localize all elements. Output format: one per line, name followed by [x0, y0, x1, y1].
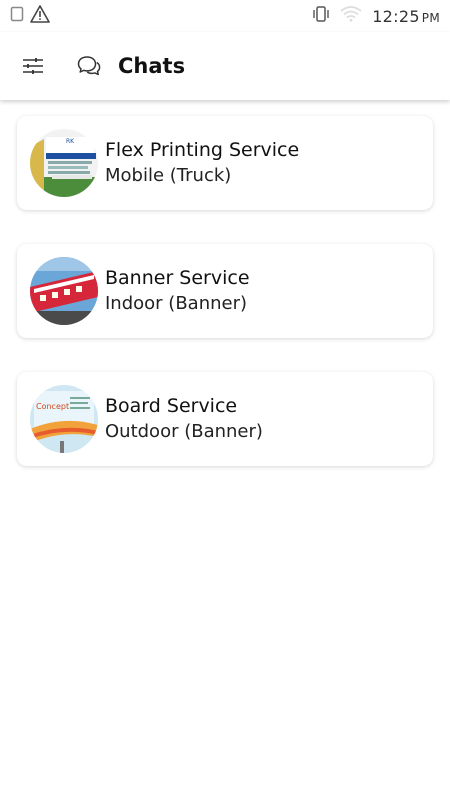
card-text: Board Service Outdoor (Banner) [105, 393, 263, 445]
chat-subtitle: Outdoor (Banner) [105, 421, 263, 442]
vibrate-icon [312, 5, 330, 27]
card-text: Banner Service Indoor (Banner) [105, 265, 250, 317]
status-bar: 12:25 PM [0, 0, 450, 32]
card-text: Flex Printing Service Mobile (Truck) [105, 137, 299, 189]
chat-subtitle: Indoor (Banner) [105, 293, 248, 314]
chat-card-board[interactable]: Concept Board Service Outdoor (Banner) [17, 372, 433, 466]
sim-icon [10, 6, 24, 26]
avatar: Concept [30, 385, 98, 453]
status-right: 12:25 PM [312, 5, 440, 27]
chat-card-banner[interactable]: Banner Service Indoor (Banner) [17, 244, 433, 338]
clock: 12:25 PM [372, 7, 440, 26]
chat-card-flex-printing[interactable]: RK Flex Printing Service Mobile (Truck) [17, 116, 433, 210]
avatar [30, 257, 98, 325]
chat-bubbles-icon[interactable] [76, 53, 102, 79]
chat-subtitle: Mobile (Truck) [105, 165, 232, 186]
filter-menu-icon[interactable] [20, 53, 46, 79]
warning-icon [30, 5, 50, 27]
status-left [10, 5, 50, 27]
chat-title: Banner Service [105, 267, 250, 289]
svg-text:Concept: Concept [36, 402, 69, 411]
clock-ampm: PM [421, 10, 440, 25]
avatar: RK [30, 129, 98, 197]
clock-time: 12:25 [372, 6, 420, 26]
app-bar: Chats [0, 32, 450, 100]
page-title: Chats [118, 54, 186, 78]
chat-title: Board Service [105, 395, 238, 417]
svg-text:RK: RK [66, 138, 75, 145]
wifi-icon [340, 6, 362, 26]
chat-title: Flex Printing Service [105, 139, 300, 161]
